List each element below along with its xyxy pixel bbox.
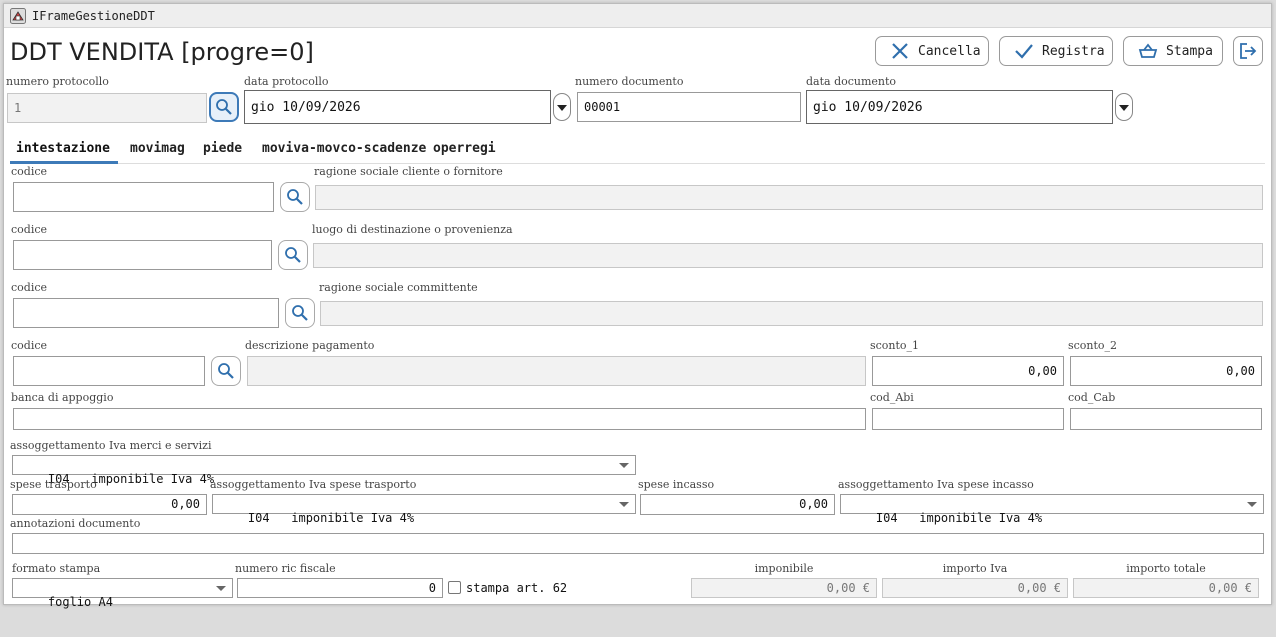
vat-amount-field: 0,00 € [882, 578, 1068, 598]
chevron-down-icon [619, 502, 629, 507]
print-button[interactable]: Stampa [1123, 36, 1223, 66]
print-button-label: Stampa [1166, 43, 1213, 59]
protocol-date-field[interactable]: gio 10/09/2026 [244, 90, 551, 124]
app-icon [10, 8, 26, 24]
vat-goods-label: assoggettamento Iva merci e servizi [10, 439, 212, 452]
destination-search-button[interactable] [278, 240, 308, 270]
title-bar: IFrameGestioneDDT [4, 4, 1271, 28]
payment-code-label: codice [11, 339, 48, 352]
protocol-date-dropdown[interactable] [553, 93, 571, 121]
save-button[interactable]: Registra [999, 36, 1113, 66]
destination-code-label: codice [11, 223, 48, 236]
client-code-field[interactable] [13, 298, 279, 328]
client-search-button[interactable] [285, 298, 315, 328]
tab-piede[interactable]: piede [197, 136, 248, 164]
checkmark-icon [1015, 44, 1033, 59]
print-format-select[interactable]: foglio A4 [12, 578, 233, 609]
transport-field[interactable]: 0,00 [12, 494, 207, 515]
customer-search-button[interactable] [280, 182, 310, 212]
destination-name-field [313, 243, 1263, 268]
client-code-label: codice [11, 281, 48, 294]
vat-collection-value: I04 imponibile Iva 4% [875, 511, 1043, 525]
document-date-label: data documento [806, 75, 897, 88]
print-art62-label: stampa art. 62 [466, 581, 568, 595]
ddt-window: IFrameGestioneDDT DDT VENDITA [progre=0]… [3, 3, 1272, 609]
vat-collection-label: assoggettamento Iva spese incasso [838, 478, 1034, 491]
discount1-field[interactable]: 0,00 [872, 356, 1064, 386]
search-icon [218, 363, 234, 379]
tab-bar: intestazione movimag piede moviva-movco-… [10, 136, 1265, 164]
payment-desc-field [247, 356, 866, 386]
notes-field[interactable] [12, 533, 1264, 554]
document-number-field[interactable]: 00001 [577, 92, 801, 122]
vat-transport-value: I04 imponibile Iva 4% [247, 511, 415, 525]
protocol-number-label: numero protocollo [6, 75, 109, 88]
cab-field[interactable] [1070, 408, 1262, 430]
document-number-label: numero documento [575, 75, 684, 88]
document-date-field[interactable]: gio 10/09/2026 [806, 90, 1113, 124]
tab-movimag[interactable]: movimag [124, 136, 191, 164]
transport-label: spese trasporto [10, 478, 97, 491]
tab-operregi[interactable]: operregi [427, 136, 502, 164]
abi-field[interactable] [872, 408, 1064, 430]
vat-transport-label: assoggettamento Iva spese trasporto [210, 478, 417, 491]
taxable-label: imponibile [754, 562, 814, 575]
taxable-field: 0,00 € [691, 578, 877, 598]
print-art62-checkbox[interactable] [448, 581, 461, 594]
bank-field[interactable] [13, 408, 866, 430]
vat-transport-select[interactable]: I04 imponibile Iva 4% [212, 494, 636, 525]
fiscal-receipt-field[interactable]: 0 [237, 578, 443, 598]
chevron-down-icon [1247, 502, 1257, 507]
payment-search-button[interactable] [211, 356, 241, 386]
cancel-button-label: Cancella [918, 43, 981, 59]
document-date-dropdown[interactable] [1115, 93, 1133, 121]
page-title: DDT VENDITA [progre=0] [10, 38, 314, 66]
total-field: 0,00 € [1073, 578, 1259, 598]
window-title: IFrameGestioneDDT [32, 9, 155, 23]
tab-intestazione[interactable]: intestazione [10, 136, 118, 164]
print-tray-icon [1138, 43, 1158, 58]
vat-goods-select[interactable]: I04 imponibile Iva 4% [12, 455, 636, 486]
destination-name-label: luogo di destinazione o provenienza [312, 223, 513, 236]
save-button-label: Registra [1042, 43, 1105, 59]
client-name-label: ragione sociale committente [319, 281, 478, 294]
search-icon [216, 99, 232, 115]
protocol-number-field[interactable]: 1 [7, 93, 207, 123]
payment-code-field[interactable] [13, 356, 205, 386]
customer-code-label: codice [11, 165, 48, 178]
protocol-search-button[interactable] [209, 92, 239, 122]
bank-label: banca di appoggio [11, 391, 114, 404]
collection-field[interactable]: 0,00 [640, 494, 835, 515]
search-icon [287, 189, 303, 205]
customer-name-field [315, 185, 1263, 210]
payment-desc-label: descrizione pagamento [245, 339, 375, 352]
exit-button[interactable] [1233, 36, 1263, 66]
print-format-value: foglio A4 [47, 595, 113, 609]
protocol-date-label: data protocollo [244, 75, 329, 88]
exit-icon [1240, 43, 1257, 59]
customer-code-field[interactable] [13, 182, 274, 212]
discount2-label: sconto_2 [1068, 339, 1118, 352]
vat-collection-select[interactable]: I04 imponibile Iva 4% [840, 494, 1264, 525]
customer-name-label: ragione sociale cliente o fornitore [314, 165, 503, 178]
print-format-label: formato stampa [12, 562, 101, 575]
discount1-label: sconto_1 [870, 339, 920, 352]
cancel-button[interactable]: Cancella [875, 36, 989, 66]
cab-label: cod_Cab [1068, 391, 1116, 404]
discount2-field[interactable]: 0,00 [1070, 356, 1262, 386]
collection-label: spese incasso [638, 478, 715, 491]
search-icon [285, 247, 301, 263]
chevron-down-icon [216, 586, 226, 591]
fiscal-receipt-label: numero ric fiscale [235, 562, 336, 575]
abi-label: cod_Abi [870, 391, 914, 404]
client-name-field [320, 301, 1263, 326]
vat-amount-label: importo Iva [942, 562, 1008, 575]
chevron-down-icon [619, 463, 629, 468]
destination-code-field[interactable] [13, 240, 272, 270]
search-icon [292, 305, 308, 321]
total-label: importo totale [1126, 562, 1206, 575]
notes-label: annotazioni documento [10, 517, 141, 530]
close-icon [892, 43, 908, 59]
tab-moviva-movco-scadenze[interactable]: moviva-movco-scadenze [256, 136, 432, 164]
